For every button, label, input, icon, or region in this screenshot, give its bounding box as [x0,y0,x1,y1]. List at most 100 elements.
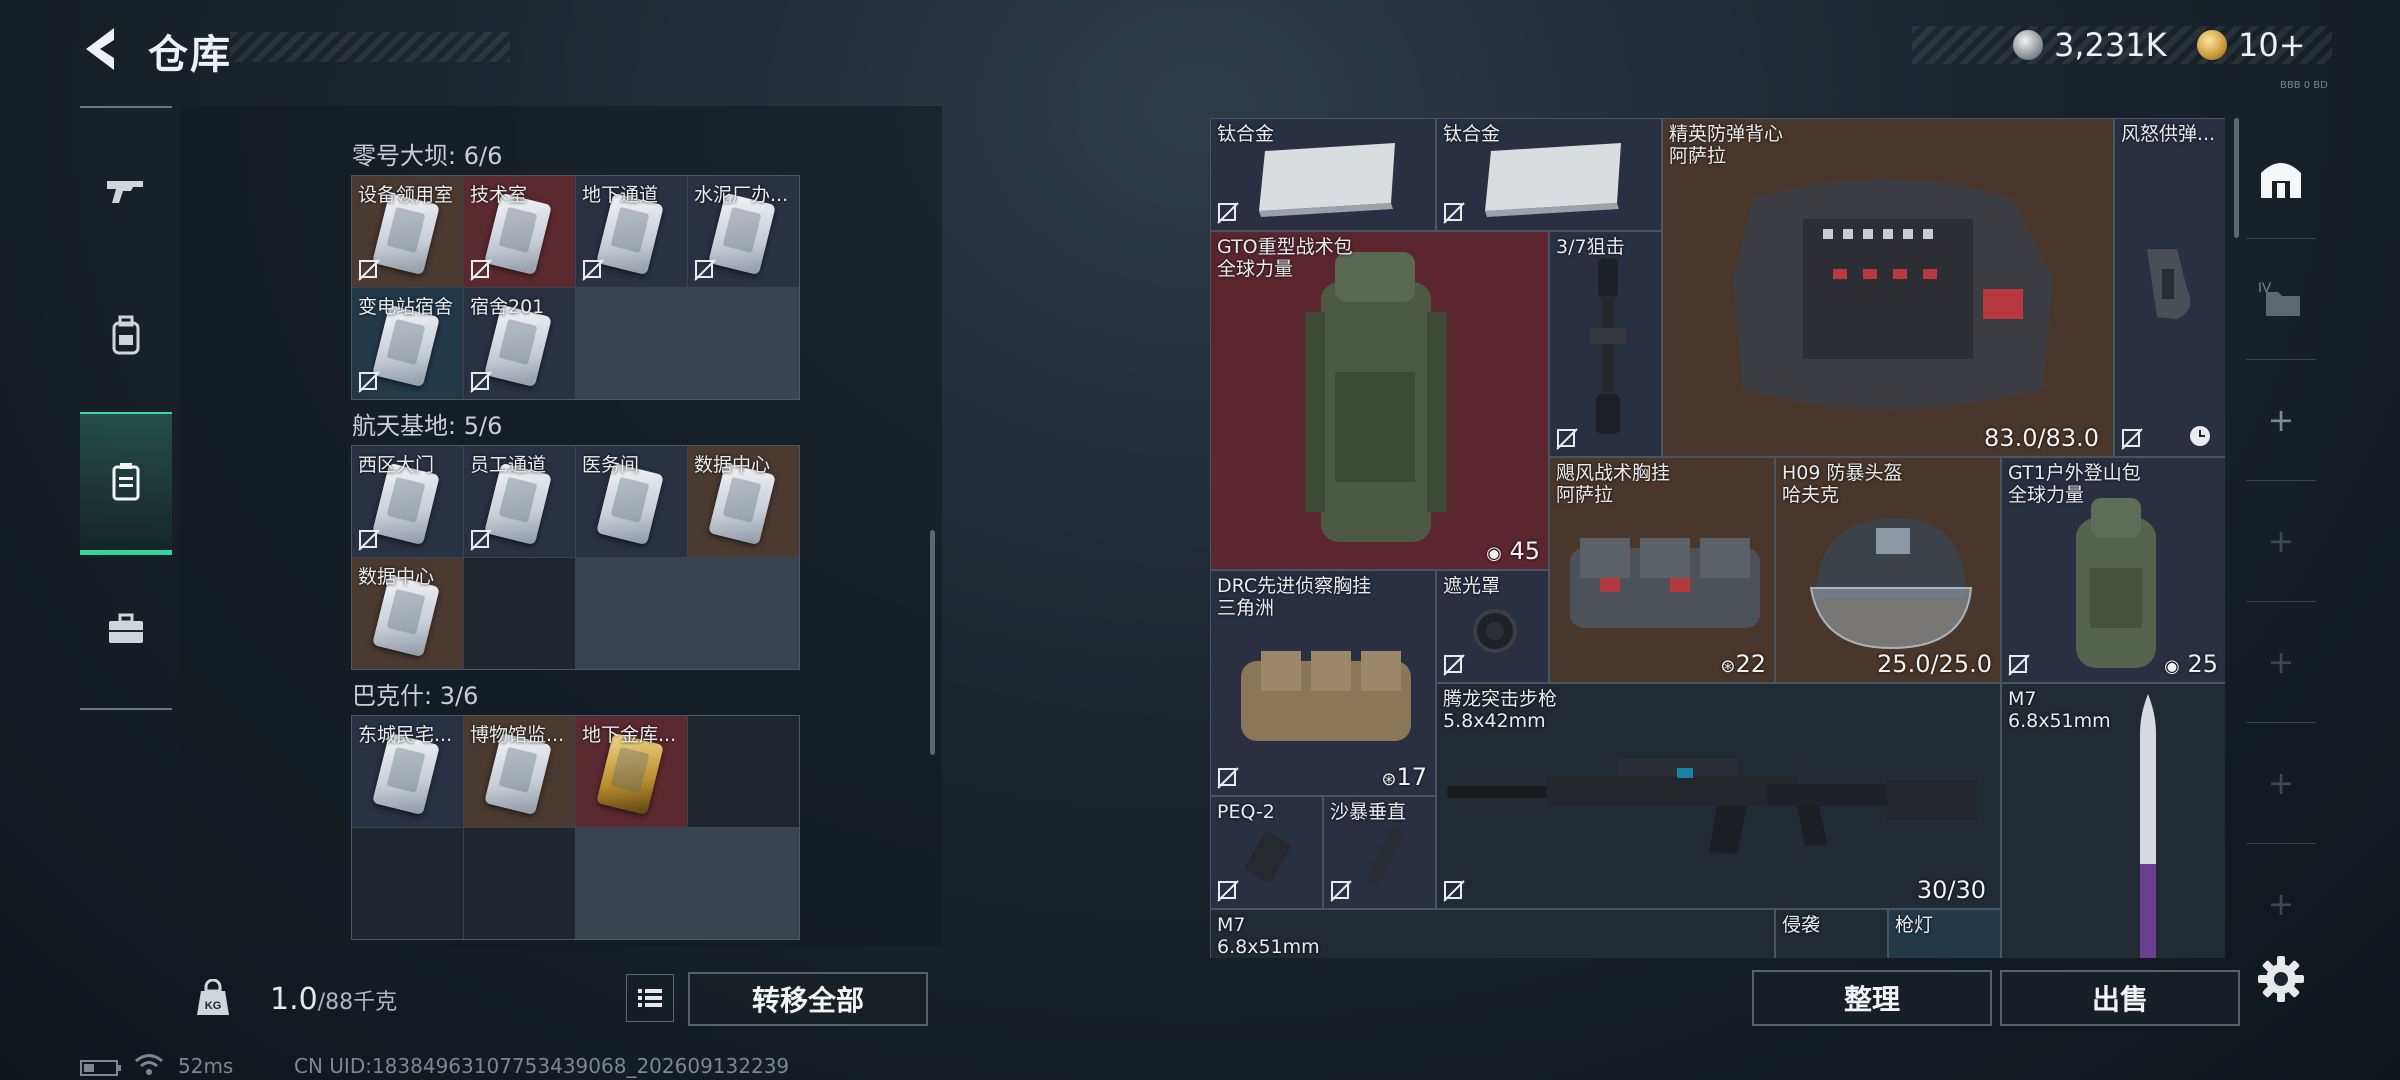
back-arrow-icon [86,28,114,70]
transfer-all-button[interactable]: 转移全部 [688,972,928,1026]
gold-currency-amount: 10+ [2238,26,2306,64]
left-scrollbar[interactable] [930,530,935,755]
slot-count: ⊛17 [1381,763,1427,791]
keycard-slot[interactable]: 水泥厂办... [688,176,799,287]
empty-slot [352,828,463,939]
backpack-image [2076,498,2156,668]
empty-slot [688,716,799,827]
item-label: GT1户外登山包 全球力量 [2008,462,2141,506]
nav-tab-supplies[interactable] [80,562,172,698]
nav-tab-keycards[interactable] [80,412,172,555]
stash-item-peq2[interactable]: PEQ-2 [1210,796,1323,909]
stash-item-light-shade[interactable]: 遮光罩 [1436,570,1549,683]
nav-tab-weapons[interactable] [80,122,172,258]
slot-count: ⊛22 [1720,650,1766,678]
no-trade-icon [1217,880,1239,902]
stash-item-sandstorm-grip[interactable]: 沙暴垂直 [1323,796,1436,909]
chest-rig-image [1241,651,1411,741]
backpack-capacity-icon: ◉ [1486,543,1502,564]
ping-text: 52ms [178,1054,234,1078]
no-trade-icon [358,371,380,393]
stash-item-raid[interactable]: 侵袭 [1775,909,1888,958]
scope-image [1590,258,1626,434]
stash-item-titanium[interactable]: 钛合金 [1210,118,1436,231]
version-text: BBB 0 BD [2280,80,2328,91]
assault-rifle-image [1447,758,1977,854]
svg-text:KG: KG [205,1000,222,1012]
no-trade-icon [470,371,492,393]
chest-rig-image [1570,538,1760,628]
folder-icon: IV [2258,279,2300,316]
helmet-image [1809,518,1973,650]
keycard-slot[interactable]: 员工通道 [464,446,575,557]
keycard-slot[interactable]: 数据中心 [688,446,799,557]
list-view-button[interactable] [626,974,674,1022]
no-trade-icon [358,529,380,551]
nav-tab-armor[interactable] [80,268,172,404]
item-label: 腾龙突击步枪 5.8x42mm [1443,688,1558,732]
no-trade-icon [1443,880,1465,902]
item-label: 3/7狙击 [1556,236,1625,258]
section-title-zero-dam: 零号大坝: 6/6 [352,142,503,170]
no-trade-icon [2008,654,2030,676]
stash-item-fury-ammo[interactable]: 风怒供弹... [2114,118,2225,457]
stash-tab-main[interactable] [2246,118,2316,239]
backpack-capacity-icon: ◉ [2164,656,2180,677]
add-stash-tab-locked: + [2246,481,2316,602]
stash-scrollbar[interactable] [2234,118,2239,238]
weight-kg-icon: KG [197,979,229,1015]
keycard-slot[interactable]: 东城民宅... [352,716,463,827]
add-stash-tab-locked: + [2246,723,2316,844]
keycard-label: 技术室 [470,184,528,206]
sort-button[interactable]: 整理 [1752,970,1992,1026]
add-stash-tab-locked: + [2246,602,2316,723]
add-stash-tab[interactable]: + [2246,360,2316,481]
item-label: 钛合金 [1443,123,1501,145]
keycard-icon [112,463,140,501]
backpack-image [1305,252,1447,542]
slot-number: 17 [1396,763,1427,791]
stash-item-m7-ammo[interactable]: M7 6.8x51mm [1210,909,1775,958]
keycard-slot[interactable]: 设备领用室 [352,176,463,287]
stash-item-gun-light[interactable]: 枪灯 [1888,909,2001,958]
keycard-slot[interactable]: 博物馆监... [464,716,575,827]
carry-weight-value: 1.0 [270,982,318,1017]
stash-item-titanium[interactable]: 钛合金 [1436,118,1662,231]
keycard-slot[interactable]: 宿舍201 [464,288,575,399]
back-button[interactable] [78,24,124,74]
stash-item-h09-helmet[interactable]: H09 防暴头盔 哈夫克 25.0/25.0 [1775,457,2001,683]
capacity-value: ◉ 45 [1486,537,1540,565]
stash-item-sniper-scope[interactable]: 3/7狙击 [1549,231,1662,457]
stash-tab-4[interactable]: IV [2246,239,2316,360]
keycard-slot[interactable]: 地下通道 [576,176,687,287]
gold-coin-icon [2197,30,2227,60]
keycard-slot[interactable]: 西区大门 [352,446,463,557]
stash-item-drc-chest-rig[interactable]: DRC先进侦察胸挂 三角洲 ⊛17 [1210,570,1436,796]
stash-item-gt1-backpack[interactable]: GT1户外登山包 全球力量 ◉ 25 [2001,457,2225,683]
stash-item-elite-vest[interactable]: 精英防弹背心 阿萨拉 83.0/83.0 [1662,118,2114,457]
clock-icon [2190,426,2210,446]
keycard-slot[interactable]: 地下金库... [576,716,687,827]
stash-item-tenglong-rifle[interactable]: 腾龙突击步枪 5.8x42mm 30/30 [1436,683,2001,909]
capacity-number: 45 [1509,537,1540,565]
capacity-number: 25 [2187,650,2218,678]
plus-icon: + [2267,764,2295,802]
nav-divider-top [80,106,172,108]
keycard-label: 地下金库... [582,724,677,746]
sell-button[interactable]: 出售 [2000,970,2240,1026]
settings-button[interactable] [2256,954,2306,1004]
gear-icon [2258,956,2304,1002]
durability-value: 83.0/83.0 [1984,424,2099,452]
stash-page-tabs: IV + + + + + [2246,118,2316,964]
stash-item-gto-backpack[interactable]: GTO重型战术包 全球力量 ◉ 45 [1210,231,1549,570]
keycard-slot[interactable]: 技术室 [464,176,575,287]
keycard-slot[interactable]: 变电站宿舍 [352,288,463,399]
vertical-grip-image [1367,826,1403,886]
stash-item-storm-chest-rig[interactable]: 飓风战术胸挂 阿萨拉 ⊛22 [1549,457,1775,683]
keycard-slot[interactable]: 医务间 [576,446,687,557]
keycard-slot[interactable]: 数据中心 [352,558,463,669]
carry-weight: 1.0/88千克 [270,982,397,1017]
weight-icon-box: KG [180,966,246,1032]
stash-item-m7-ammo[interactable]: M7 6.8x51mm [2001,683,2225,958]
lens-hood-image [1473,609,1517,653]
